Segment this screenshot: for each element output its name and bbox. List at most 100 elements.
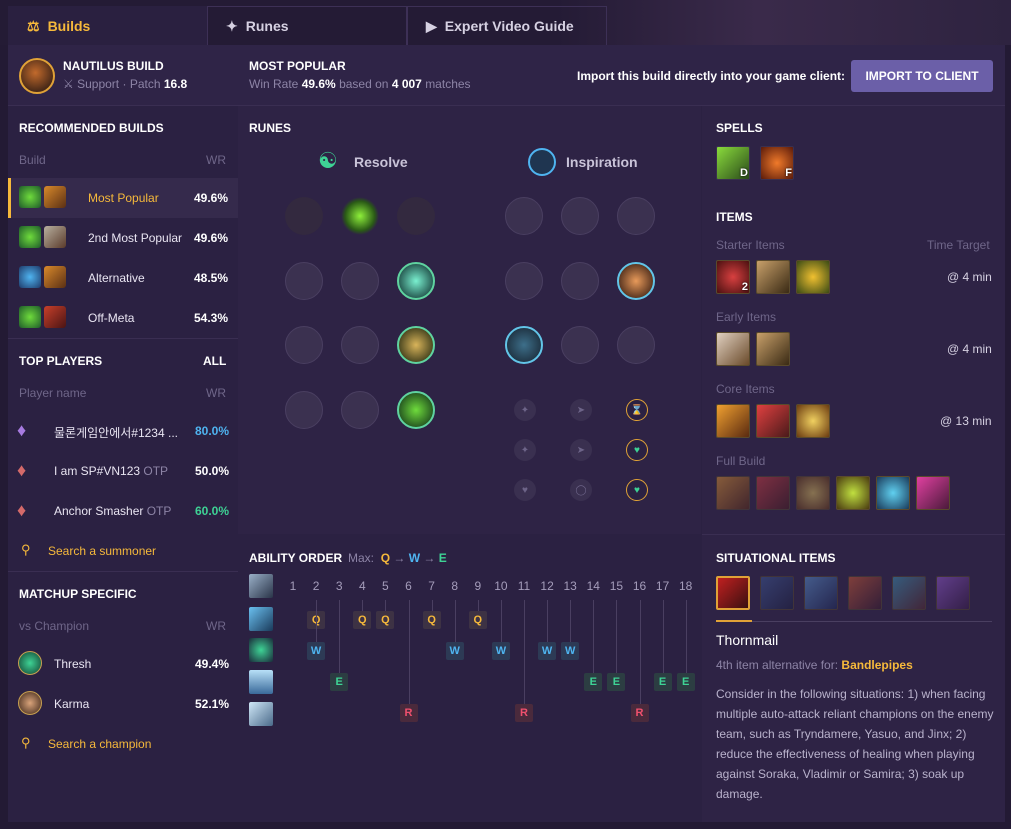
full-item-icon[interactable] <box>796 476 830 510</box>
situational-item-icon[interactable] <box>760 576 794 610</box>
shard-selected[interactable]: ♥ <box>626 479 648 501</box>
resolve-icon: ☯ <box>318 148 338 173</box>
build-label: Most Popular <box>88 191 159 205</box>
shard[interactable]: ♥ <box>514 479 536 501</box>
rune-slot-selected[interactable] <box>397 391 435 429</box>
shard-selected[interactable]: ♥ <box>626 439 648 461</box>
runes-section <box>238 106 701 534</box>
rune-slot[interactable] <box>505 197 543 235</box>
matchup-row-karma[interactable]: Karma <box>54 697 89 711</box>
player-row[interactable]: Anchor Smasher OTP <box>54 504 171 518</box>
player-name: 물론게임안에서#1234 ... <box>54 426 178 440</box>
search-icon: ⚲ <box>21 542 31 557</box>
rune-slot[interactable] <box>285 326 323 364</box>
skill-point-r: R <box>630 704 649 722</box>
matchup-row-thresh[interactable]: Thresh <box>54 657 91 671</box>
top-players-title: TOP PLAYERS <box>19 354 103 368</box>
shard[interactable]: ➤ <box>570 399 592 421</box>
rune-keystone-selected[interactable] <box>341 197 379 235</box>
boots-icon[interactable] <box>756 332 790 366</box>
rune-slot[interactable] <box>561 197 599 235</box>
otp-badge: OTP <box>146 504 172 518</box>
skill-point-e: E <box>584 673 603 691</box>
win-rate-summary: Win Rate 49.6% based on 4 007 matches <box>249 77 471 91</box>
level-guide-line <box>593 600 595 673</box>
boots-icon[interactable] <box>756 260 790 294</box>
tab-video-guide[interactable]: ▶ Expert Video Guide <box>407 6 607 45</box>
shard-selected[interactable]: ⌛ <box>626 399 648 421</box>
search-champion-link[interactable]: Search a champion <box>48 737 151 751</box>
level-number: 5 <box>382 579 389 593</box>
passive-icon <box>249 574 273 598</box>
rune-slot-selected[interactable] <box>397 262 435 300</box>
spell-key: D <box>740 167 748 179</box>
player-row[interactable]: 물론게임안에서#1234 ... <box>54 424 178 441</box>
shard[interactable]: ✦ <box>514 399 536 421</box>
build-row-alternative[interactable]: Alternative <box>88 271 145 285</box>
situational-item-icon[interactable] <box>848 576 882 610</box>
level-number: 2 <box>312 579 320 593</box>
situational-item-icon[interactable] <box>804 576 838 610</box>
alt-item-link[interactable]: Bandlepipes <box>841 658 912 672</box>
full-item-icon[interactable] <box>756 476 790 510</box>
situational-item-icon[interactable] <box>892 576 926 610</box>
early-item-icon[interactable] <box>716 332 750 366</box>
player-row[interactable]: I am SP#VN123 OTP <box>54 464 168 478</box>
tab-builds[interactable]: ⚖ Builds <box>8 6 207 45</box>
build-row-off-meta[interactable]: Off-Meta <box>88 311 134 325</box>
rune-slot-selected[interactable] <box>397 326 435 364</box>
shard[interactable]: ✦ <box>514 439 536 461</box>
core-item-icon[interactable] <box>796 404 830 438</box>
video-icon: ▶ <box>426 17 437 34</box>
level-number: 16 <box>632 579 647 593</box>
rune-slot[interactable] <box>617 326 655 364</box>
rune-slot[interactable] <box>285 391 323 429</box>
import-to-client-button[interactable]: IMPORT TO CLIENT <box>851 60 993 92</box>
thornmail-icon[interactable] <box>716 576 750 610</box>
spell-flash-icon[interactable]: F <box>760 146 794 180</box>
runes-title: RUNES <box>249 121 292 135</box>
level-number: 12 <box>540 579 554 593</box>
rune-keystone[interactable] <box>285 197 323 235</box>
rune-slot[interactable] <box>505 262 543 300</box>
build-wr: 49.6% <box>194 191 229 205</box>
item-count: 2 <box>741 281 748 293</box>
rune-slot[interactable] <box>341 262 379 300</box>
recommended-builds-title: RECOMMENDED BUILDS <box>19 121 164 135</box>
all-players-link[interactable]: ALL <box>203 354 226 368</box>
search-summoner-link[interactable]: Search a summoner <box>48 544 156 558</box>
level-guide-line <box>454 600 456 642</box>
early-time: @ 4 min <box>947 342 992 356</box>
full-item-icon[interactable] <box>716 476 750 510</box>
rune-slot[interactable] <box>617 197 655 235</box>
rune-slot[interactable] <box>341 391 379 429</box>
core-item-icon[interactable] <box>756 404 790 438</box>
situational-item-icon[interactable] <box>936 576 970 610</box>
rune-keystone[interactable] <box>397 197 435 235</box>
rune-slot-selected[interactable] <box>617 262 655 300</box>
rune-slot[interactable] <box>561 326 599 364</box>
rune-slot[interactable] <box>285 262 323 300</box>
shard[interactable]: ➤ <box>570 439 592 461</box>
full-item-icon[interactable] <box>836 476 870 510</box>
core-item-icon[interactable] <box>716 404 750 438</box>
skill-point-r: R <box>399 704 418 722</box>
spell-ignite-icon[interactable]: D <box>716 146 750 180</box>
health-potion-icon[interactable]: 2 <box>716 260 750 294</box>
build-icons <box>19 186 67 211</box>
shard[interactable]: ◯ <box>570 479 592 501</box>
col-wr: WR <box>206 153 226 167</box>
rune-slot[interactable] <box>341 326 379 364</box>
world-atlas-icon[interactable] <box>796 260 830 294</box>
full-item-icon[interactable] <box>916 476 950 510</box>
build-row-2nd-most-popular[interactable]: 2nd Most Popular <box>88 231 182 245</box>
rune-slot[interactable] <box>561 262 599 300</box>
tab-runes[interactable]: ✦ Runes <box>207 6 407 45</box>
runes-icon: ✦ <box>226 17 238 34</box>
rune-slot-selected[interactable] <box>505 326 543 364</box>
full-item-icon[interactable] <box>876 476 910 510</box>
spells-title: SPELLS <box>716 121 763 135</box>
matchup-wr: 52.1% <box>195 697 230 711</box>
skill-point-w: W <box>445 642 464 660</box>
core-time: @ 13 min <box>940 414 992 428</box>
